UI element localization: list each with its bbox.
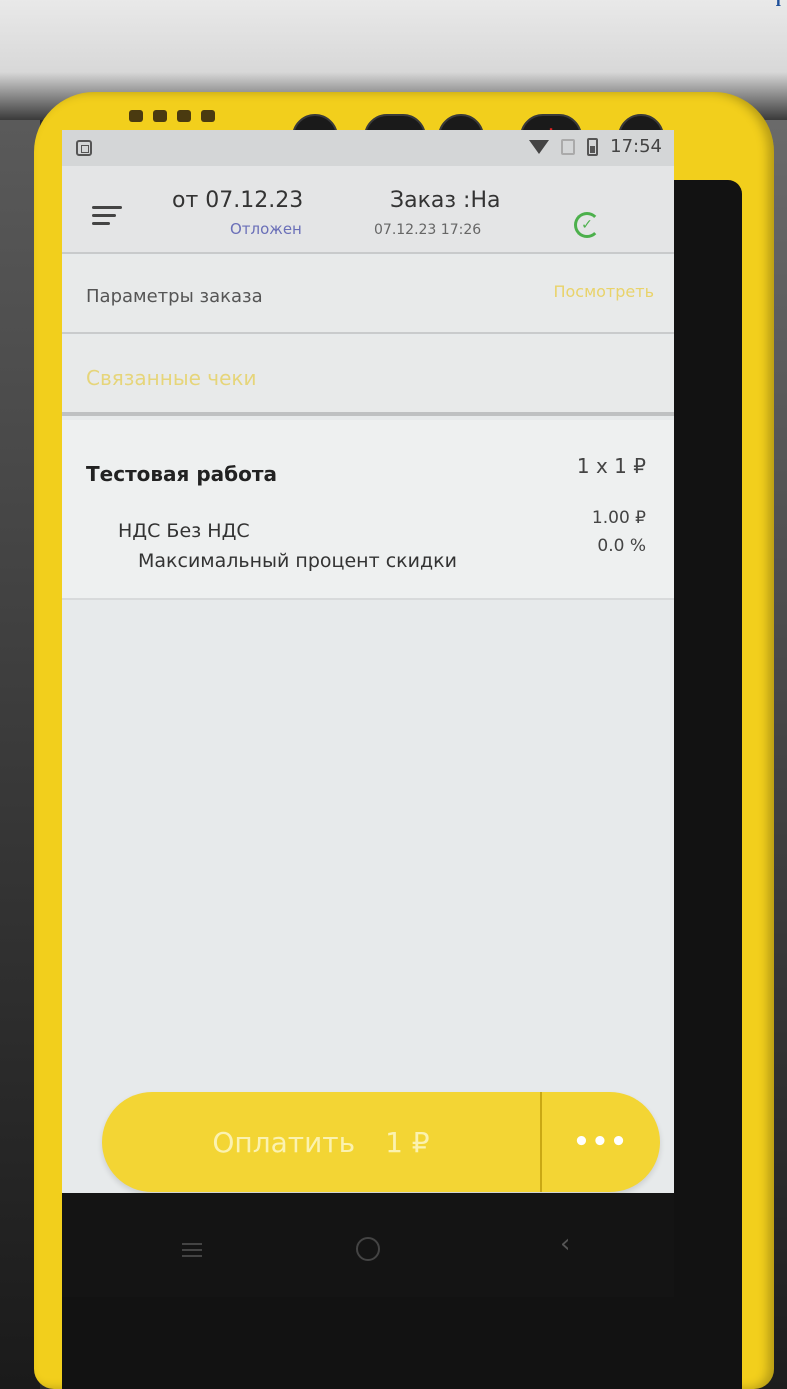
- pay-button-amount: 1 ₽: [385, 1125, 430, 1159]
- pay-button-label: Оплатить: [212, 1125, 356, 1159]
- linked-checks-row[interactable]: Связанные чеки: [62, 336, 674, 416]
- order-params-label: Параметры заказа: [86, 286, 263, 307]
- item-vat-amount: 1.00 ₽: [591, 508, 646, 528]
- screenshot-app-icon: [76, 140, 92, 156]
- order-title: Заказ :На: [390, 188, 501, 213]
- status-time: 17:54: [610, 136, 662, 157]
- device-screen: 17:54 от 07.12.23 Отложен Заказ :На 07.1…: [62, 130, 674, 1193]
- sync-icon[interactable]: ✓: [574, 212, 600, 238]
- status-bar: 17:54: [62, 130, 674, 166]
- view-params-link[interactable]: Посмотреть: [553, 282, 654, 301]
- wifi-icon: [529, 139, 550, 154]
- back-icon[interactable]: ‹: [560, 1229, 570, 1259]
- item-quantity-price: 1 х 1 ₽: [576, 454, 646, 478]
- order-status: Отложен: [230, 220, 302, 238]
- order-date-label: от 07.12.23: [172, 188, 304, 213]
- linked-checks-label: Связанные чеки: [86, 366, 257, 390]
- order-item[interactable]: Тестовая работа 1 х 1 ₽ НДС Без НДС 1.00…: [62, 420, 674, 600]
- recents-icon[interactable]: [182, 1243, 202, 1257]
- corner-watermark: ɪ: [775, 0, 781, 10]
- signal-icon: [561, 138, 576, 155]
- item-discount-label: Максимальный процент скидки: [138, 550, 457, 572]
- item-discount-value: 0.0 %: [597, 536, 646, 556]
- more-options-button[interactable]: •••: [542, 1092, 660, 1192]
- item-name: Тестовая работа: [86, 462, 277, 486]
- speaker-grille: [129, 110, 215, 122]
- pay-button[interactable]: Оплатить 1 ₽: [102, 1092, 542, 1192]
- order-params-row[interactable]: Параметры заказа Посмотреть: [62, 256, 674, 334]
- app-header: от 07.12.23 Отложен Заказ :На 07.12.23 1…: [62, 166, 674, 254]
- status-icons: 17:54: [529, 136, 662, 157]
- item-vat-label: НДС Без НДС: [118, 520, 250, 542]
- order-datetime: 07.12.23 17:26: [374, 222, 482, 238]
- menu-icon[interactable]: [92, 206, 122, 226]
- pay-bar: Оплатить 1 ₽ •••: [102, 1092, 660, 1192]
- home-icon[interactable]: [356, 1237, 380, 1261]
- system-nav-bar: ‹: [62, 1193, 674, 1297]
- battery-icon: [587, 137, 599, 156]
